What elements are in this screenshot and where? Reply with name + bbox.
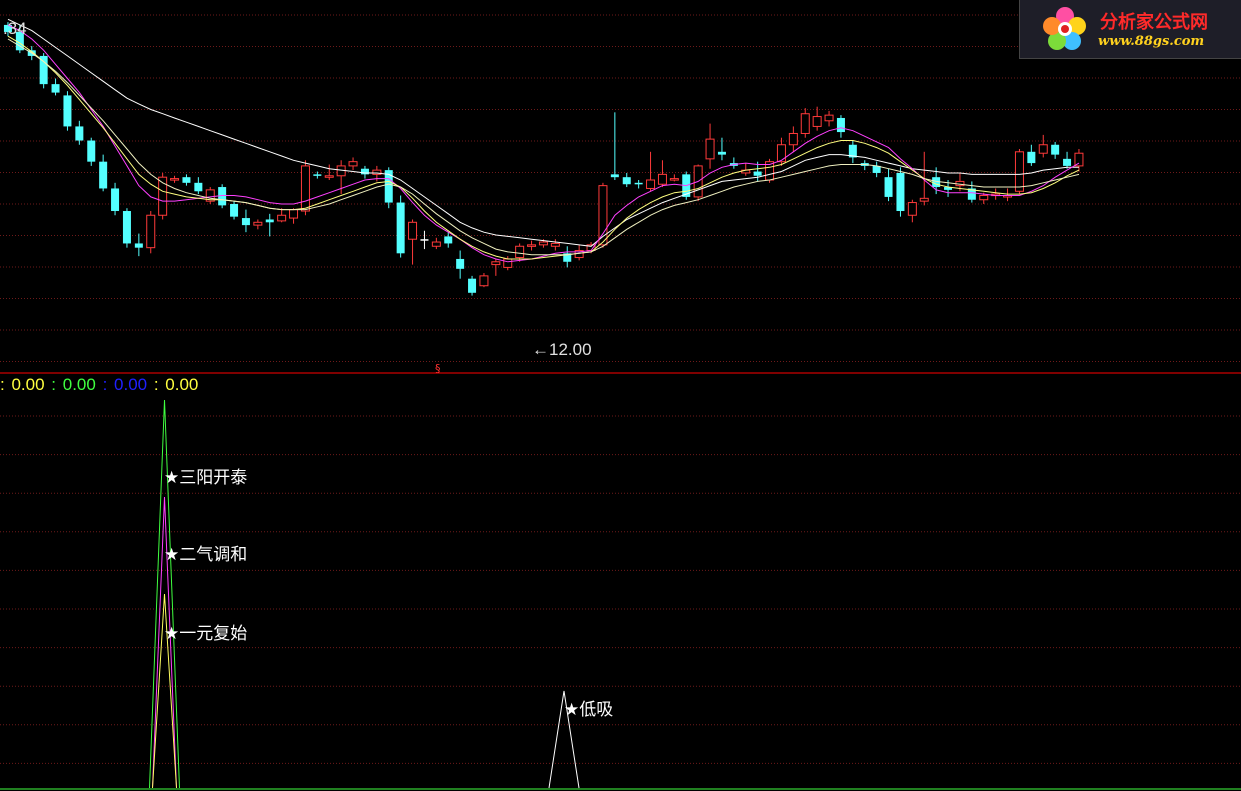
readout-value-3: 0.00: [114, 375, 148, 394]
readout-sep-1: :: [0, 375, 10, 394]
readout-value-4: 0.00: [165, 375, 199, 394]
candle-body-up: [812, 116, 822, 127]
candle-body-up: [776, 144, 786, 163]
candle-body-down: [241, 218, 250, 226]
candle-body-up: [705, 138, 715, 160]
readout-sep-3: :: [102, 375, 113, 394]
candle-body-up: [788, 132, 798, 146]
indicator-spikes: [149, 399, 580, 789]
candle-body-up: [348, 161, 358, 167]
candle-body-down: [230, 203, 239, 217]
candle-body-down: [884, 177, 893, 197]
candle-body-up: [1074, 152, 1084, 167]
candle-body-up: [300, 165, 310, 212]
ma-line-yellow: [7, 35, 1080, 260]
candle-body-down: [134, 243, 143, 248]
candle-body-down: [456, 258, 465, 269]
candle-body-down: [99, 161, 108, 189]
candle-body-up: [277, 214, 287, 222]
candle-body-up: [503, 258, 513, 268]
ma-line-magenta: [7, 24, 1080, 263]
candle-body-up: [669, 178, 679, 181]
indicator-readout: : 0.00 : 0.00 : 0.00 : 0.00: [0, 375, 200, 397]
candle-body-up: [408, 221, 418, 240]
candle-body-down: [444, 236, 453, 244]
section-marker: §: [435, 362, 441, 375]
candle-body-down: [111, 188, 120, 212]
candle-body-up: [527, 244, 537, 247]
readout-value-1: 0.00: [11, 375, 45, 394]
candle-body-up: [170, 178, 180, 181]
candle-body-up: [289, 209, 299, 219]
candle-body-doji: [420, 239, 429, 241]
candle-body-down: [836, 117, 845, 133]
logo-brand-text: 分析家公式网: [1100, 12, 1208, 33]
candle-body-up: [657, 173, 667, 185]
price-grid: [0, 14, 1241, 362]
signal-label-dixi: ★低吸: [564, 700, 614, 720]
candle-body-up: [491, 261, 501, 266]
candle-body-up: [550, 242, 560, 247]
candle-body-down: [87, 140, 96, 162]
candle-body-down: [384, 170, 393, 203]
candle-body-up: [431, 241, 441, 247]
candle-body-up: [146, 214, 156, 249]
candle-body-down: [122, 211, 131, 244]
candle-body-down: [753, 171, 762, 176]
readout-value-2: 0.00: [62, 375, 96, 394]
low-price-label: ←12.00: [532, 340, 592, 359]
candle-body-down: [1051, 144, 1060, 155]
candle-body-up: [979, 195, 989, 201]
candle-body-down: [622, 177, 631, 185]
candle-body-down: [396, 202, 405, 254]
readout-sep-2: :: [51, 375, 61, 394]
candle-body-up: [324, 175, 334, 178]
candle-body-up: [515, 245, 525, 259]
logo-url-text: www.88gs.com: [1098, 34, 1205, 49]
candle-body-down: [717, 151, 726, 155]
signal-label-yiyuan: ★一元复始: [164, 624, 248, 644]
candle-body-up: [919, 197, 929, 202]
candle-body-down: [1063, 158, 1072, 166]
candle-body-down: [468, 278, 477, 293]
candle-body-down: [63, 95, 72, 127]
candle-body-up: [800, 113, 810, 134]
signal-label-erqi: ★二气调和: [164, 545, 248, 565]
candle-body-up: [824, 114, 834, 122]
candle-body-down: [265, 219, 274, 223]
candle-body-down: [610, 174, 619, 178]
candle-body-down: [634, 182, 643, 185]
candle-body-down: [360, 168, 369, 175]
candle-body-up: [907, 202, 917, 216]
candle-body-up: [646, 179, 656, 189]
candle-body-up: [1014, 151, 1024, 192]
candle-body-down: [182, 177, 191, 183]
candle-body-up: [1038, 144, 1048, 154]
ma-line-ivory: [7, 38, 1080, 256]
flower-logo-icon: [1043, 7, 1086, 50]
candle-body-down: [896, 172, 905, 212]
candle-body-down: [313, 174, 322, 176]
signal-label-sanyang: ★三阳开泰: [164, 468, 248, 488]
ma-line-white: [7, 18, 1079, 247]
candle-body-down: [51, 84, 60, 93]
candle-body-down: [75, 126, 84, 141]
candle-body-down: [1027, 151, 1036, 164]
candle-body-up: [253, 221, 263, 226]
watermark-logo: 分析家公式网 www.88gs.com: [1019, 0, 1241, 59]
candle-body-down: [194, 182, 203, 192]
candle-body-up: [538, 241, 548, 246]
high-price-label: .34: [3, 19, 27, 38]
candle-body-up: [479, 275, 489, 287]
readout-sep-4: :: [153, 375, 164, 394]
